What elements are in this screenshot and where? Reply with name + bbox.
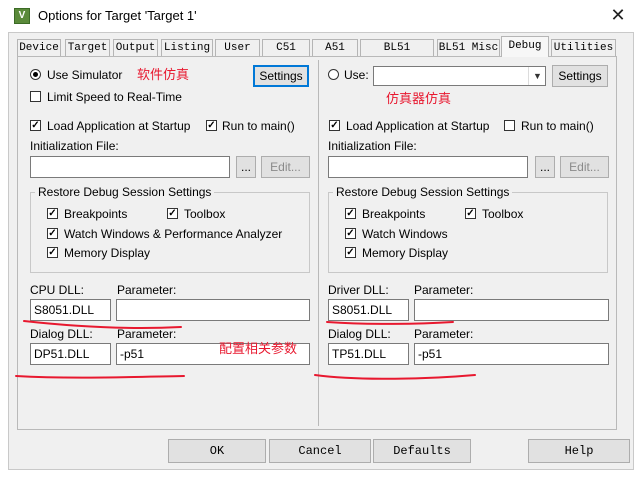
cancel-button[interactable]: Cancel xyxy=(269,439,371,463)
underline-dialog-dll-right xyxy=(314,374,476,380)
underline-cpu-dll xyxy=(23,320,182,329)
help-button[interactable]: Help xyxy=(528,439,630,463)
ok-button[interactable]: OK xyxy=(168,439,266,463)
underline-dialog-dll-left xyxy=(15,375,185,379)
tab-debug[interactable]: Debug xyxy=(501,36,549,57)
underline-driver-dll xyxy=(326,321,454,325)
annotation-underlines xyxy=(15,320,476,380)
defaults-button[interactable]: Defaults xyxy=(373,439,471,463)
